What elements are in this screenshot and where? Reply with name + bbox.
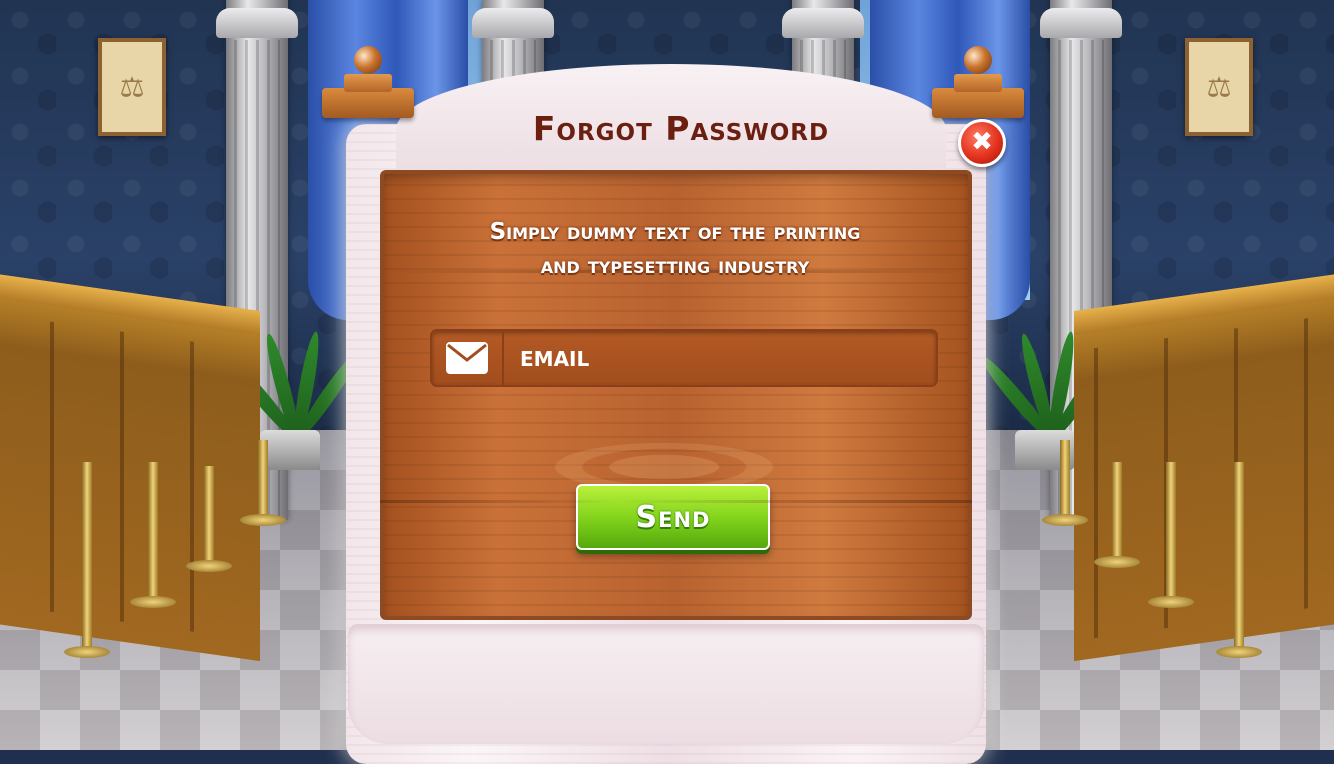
email-icon-box <box>432 331 504 385</box>
wooden-board: Simply dummy text of the printing and ty… <box>380 170 972 620</box>
dialog-footer <box>348 624 984 744</box>
orb-ornament-left <box>322 46 414 118</box>
forgot-password-dialog: Forgot Password ✖ Simply dummy text of t… <box>322 46 1024 764</box>
stanchion <box>1042 440 1088 526</box>
send-button[interactable]: Send <box>576 484 770 550</box>
email-field[interactable] <box>432 331 936 387</box>
stanchion <box>1148 462 1194 608</box>
orb-ornament-right <box>932 46 1024 118</box>
stanchion <box>64 462 110 658</box>
framed-picture: ⚖ <box>98 38 166 136</box>
instruction-line-2: and typesetting industry <box>540 253 810 279</box>
framed-picture: ⚖ <box>1185 38 1253 136</box>
instruction-text: Simply dummy text of the printing and ty… <box>420 215 930 283</box>
stanchion <box>1094 462 1140 568</box>
instruction-line-1: Simply dummy text of the printing <box>489 219 861 245</box>
stanchion <box>240 440 286 526</box>
stanchion <box>130 462 176 608</box>
dialog-title: Forgot Password <box>532 109 830 148</box>
close-button[interactable]: ✖ <box>958 119 1006 167</box>
scales-icon: ⚖ <box>119 70 145 104</box>
email-input[interactable] <box>518 331 922 387</box>
envelope-icon <box>446 342 488 374</box>
scales-icon: ⚖ <box>1206 70 1232 104</box>
close-icon: ✖ <box>971 127 993 157</box>
stanchion <box>1216 462 1262 658</box>
stanchion <box>186 466 232 572</box>
